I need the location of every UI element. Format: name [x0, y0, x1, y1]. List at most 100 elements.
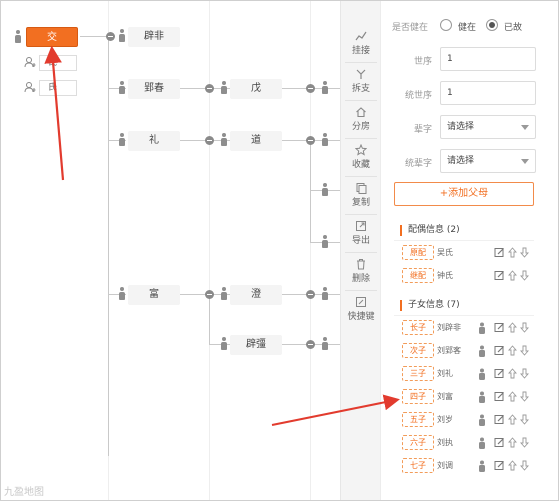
- move-up-icon[interactable]: [508, 460, 517, 474]
- field-label-tongshixu: 统世序: [404, 91, 432, 101]
- move-down-icon[interactable]: [520, 437, 529, 451]
- person-icon: [118, 29, 126, 43]
- move-down-icon[interactable]: [520, 368, 529, 382]
- app-window: { "tree": { "nodes": [ {"id": "jiao", "l…: [0, 0, 559, 501]
- toolbar-guajie[interactable]: 挂接: [341, 30, 381, 56]
- move-down-icon[interactable]: [520, 247, 529, 261]
- move-down-icon[interactable]: [520, 460, 529, 474]
- collapse-toggle[interactable]: [106, 32, 115, 41]
- toolbar-label: 复制: [351, 198, 370, 208]
- toolbar-daochu[interactable]: 导出: [341, 220, 381, 246]
- spouse-tag[interactable]: 原配: [402, 245, 434, 260]
- move-up-icon[interactable]: [508, 247, 517, 261]
- tree-node-pifei[interactable]: 辟非: [128, 27, 180, 47]
- move-up-icon[interactable]: [508, 345, 517, 359]
- divider: [345, 290, 377, 291]
- tongshixu-input[interactable]: 1: [440, 81, 536, 105]
- shixu-input[interactable]: 1: [440, 47, 536, 71]
- move-down-icon[interactable]: [520, 391, 529, 405]
- select-value: 请选择: [447, 156, 475, 166]
- child-tag[interactable]: 七子: [402, 458, 434, 473]
- person-icon: [321, 81, 329, 95]
- person-icon[interactable]: [478, 391, 486, 406]
- move-up-icon[interactable]: [508, 391, 517, 405]
- move-down-icon[interactable]: [520, 414, 529, 428]
- toolbar-label: 快捷键: [347, 312, 375, 322]
- tongbeizi-select[interactable]: 请选择: [440, 149, 536, 173]
- tree-node-fu[interactable]: 富: [128, 285, 180, 305]
- tree-node-li[interactable]: 礼: [128, 131, 180, 151]
- move-down-icon[interactable]: [520, 322, 529, 336]
- child-tag[interactable]: 次子: [402, 343, 434, 358]
- grid-column: [310, 0, 311, 501]
- child-tag[interactable]: 四子: [402, 389, 434, 404]
- toolbar-shoucang[interactable]: 收藏: [341, 144, 381, 170]
- move-down-icon[interactable]: [520, 270, 529, 284]
- toolbar-chaizhi[interactable]: 拆支: [341, 68, 381, 94]
- move-up-icon[interactable]: [508, 437, 517, 451]
- person-icon[interactable]: [478, 414, 486, 429]
- edit-icon[interactable]: [494, 460, 505, 474]
- person-icon: [220, 133, 228, 147]
- child-name: 刘执: [437, 438, 453, 447]
- toolbar-fuzhi[interactable]: 复制: [341, 182, 381, 208]
- edit-icon[interactable]: [494, 414, 505, 428]
- divider: [345, 100, 377, 101]
- collapse-toggle[interactable]: [306, 84, 315, 93]
- collapse-toggle[interactable]: [306, 136, 315, 145]
- collapse-toggle[interactable]: [205, 84, 214, 93]
- radio-alive[interactable]: [440, 19, 452, 31]
- spouse-name: 吴氏: [437, 248, 453, 257]
- edit-icon[interactable]: [494, 270, 505, 284]
- move-up-icon[interactable]: [508, 270, 517, 284]
- edit-icon[interactable]: [494, 345, 505, 359]
- radio-deceased-label: 已故: [504, 23, 523, 33]
- collapse-toggle[interactable]: [306, 340, 315, 349]
- add-parent-button[interactable]: +添加父母: [394, 182, 534, 206]
- tree-node-dao[interactable]: 道: [230, 131, 282, 151]
- collapse-toggle[interactable]: [205, 290, 214, 299]
- divider: [345, 252, 377, 253]
- connector: [108, 36, 109, 456]
- person-icon[interactable]: [478, 437, 486, 452]
- person-icon[interactable]: [478, 368, 486, 383]
- person-icon: [220, 81, 228, 95]
- toolbar-kuaijiejian[interactable]: 快捷键: [341, 296, 381, 322]
- edit-icon[interactable]: [494, 368, 505, 382]
- person-icon[interactable]: [478, 460, 486, 475]
- move-down-icon[interactable]: [520, 345, 529, 359]
- family-tree-canvas[interactable]: 交 氏 氏 辟非 郢春 礼 富 戊 道 澄 辟彊: [0, 0, 340, 501]
- edit-icon[interactable]: [494, 322, 505, 336]
- edit-icon[interactable]: [494, 391, 505, 405]
- radio-deceased[interactable]: [486, 19, 498, 31]
- child-tag[interactable]: 六子: [402, 435, 434, 450]
- collapse-toggle[interactable]: [306, 290, 315, 299]
- toolbar-shanchu[interactable]: 删除: [341, 258, 381, 284]
- toolbar-fenfang[interactable]: 分房: [341, 106, 381, 132]
- spouse-tag[interactable]: 继配: [402, 268, 434, 283]
- move-up-icon[interactable]: [508, 414, 517, 428]
- person-icon[interactable]: [478, 345, 486, 360]
- move-up-icon[interactable]: [508, 368, 517, 382]
- divider: [345, 176, 377, 177]
- tree-spouse-2[interactable]: 氏: [39, 80, 77, 96]
- edit-icon[interactable]: [494, 437, 505, 451]
- tree-node-jiao[interactable]: 交: [26, 27, 78, 47]
- person-icon: [321, 133, 329, 147]
- tree-spouse-1[interactable]: 氏: [39, 55, 77, 71]
- chevron-down-icon: [521, 125, 529, 130]
- tree-node-cheng[interactable]: 澄: [230, 285, 282, 305]
- edit-icon[interactable]: [494, 247, 505, 261]
- person-icon[interactable]: [478, 322, 486, 337]
- tree-node-piqiang[interactable]: 辟彊: [230, 335, 282, 355]
- child-tag[interactable]: 长子: [402, 320, 434, 335]
- child-tag[interactable]: 三子: [402, 366, 434, 381]
- move-up-icon[interactable]: [508, 322, 517, 336]
- tree-node-wu[interactable]: 戊: [230, 79, 282, 99]
- beizi-select[interactable]: 请选择: [440, 115, 536, 139]
- tree-node-yingchun[interactable]: 郢春: [128, 79, 180, 99]
- person-icon: [118, 133, 126, 147]
- child-tag[interactable]: 五子: [402, 412, 434, 427]
- split-icon: [356, 69, 366, 79]
- collapse-toggle[interactable]: [205, 136, 214, 145]
